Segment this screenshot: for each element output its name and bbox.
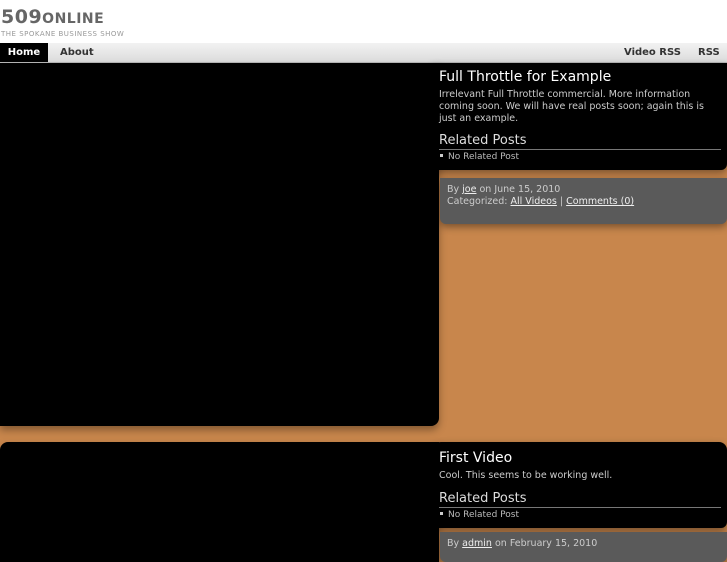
post-meta: By admin on February 15, 2010 bbox=[440, 532, 727, 562]
comments-link[interactable]: Comments (0) bbox=[566, 196, 634, 207]
post-excerpt: Irrelevant Full Throttle commercial. Mor… bbox=[439, 89, 704, 124]
video-player[interactable] bbox=[0, 63, 439, 426]
post-excerpt: Cool. This seems to be working well. bbox=[439, 470, 613, 481]
logo-rest: ONLINE bbox=[42, 11, 105, 27]
author-link[interactable]: admin bbox=[462, 538, 492, 549]
nav-rss[interactable]: RSS bbox=[698, 43, 720, 62]
related-posts-heading: Related Posts bbox=[439, 491, 721, 508]
meta-separator: | bbox=[556, 196, 567, 207]
site-header: 509ONLINE THE SPOKANE BUSINESS SHOW bbox=[0, 0, 727, 43]
bullet-icon bbox=[440, 154, 443, 157]
nav-about[interactable]: About bbox=[60, 43, 94, 62]
post-info-panel: First Video Cool. This seems to be worki… bbox=[433, 442, 727, 528]
post-byline: By joe on June 15, 2010 bbox=[447, 184, 720, 196]
post-meta: By joe on June 15, 2010 Categorized: All… bbox=[440, 178, 727, 224]
related-post-text: No Related Post bbox=[448, 152, 519, 162]
related-post-item: No Related Post bbox=[439, 510, 721, 520]
by-label: By bbox=[447, 538, 463, 549]
post-title[interactable]: Full Throttle for Example bbox=[439, 69, 721, 85]
post-info-panel: Full Throttle for Example Irrelevant Ful… bbox=[433, 63, 727, 170]
site-tagline: THE SPOKANE BUSINESS SHOW bbox=[1, 30, 125, 38]
site-logo[interactable]: 509ONLINE bbox=[1, 6, 104, 28]
related-post-text: No Related Post bbox=[448, 510, 519, 520]
video-player[interactable] bbox=[0, 442, 439, 562]
nav-home[interactable]: Home bbox=[0, 43, 48, 62]
nav-video-rss[interactable]: Video RSS bbox=[624, 43, 681, 62]
logo-main: 509 bbox=[1, 6, 43, 28]
post-byline: By admin on February 15, 2010 bbox=[447, 538, 720, 550]
post-date: on June 15, 2010 bbox=[476, 184, 561, 195]
author-link[interactable]: joe bbox=[462, 184, 476, 195]
related-posts-heading: Related Posts bbox=[439, 133, 721, 150]
post-date: on February 15, 2010 bbox=[491, 538, 598, 549]
post-categories: Categorized: All Videos | Comments (0) bbox=[447, 196, 720, 208]
post-title[interactable]: First Video bbox=[439, 450, 721, 466]
categorized-label: Categorized: bbox=[447, 196, 511, 207]
bullet-icon bbox=[440, 512, 443, 515]
main-nav: Home About Video RSS RSS bbox=[0, 43, 727, 63]
by-label: By bbox=[447, 184, 463, 195]
category-link[interactable]: All Videos bbox=[511, 196, 557, 207]
related-post-item: No Related Post bbox=[439, 152, 721, 162]
